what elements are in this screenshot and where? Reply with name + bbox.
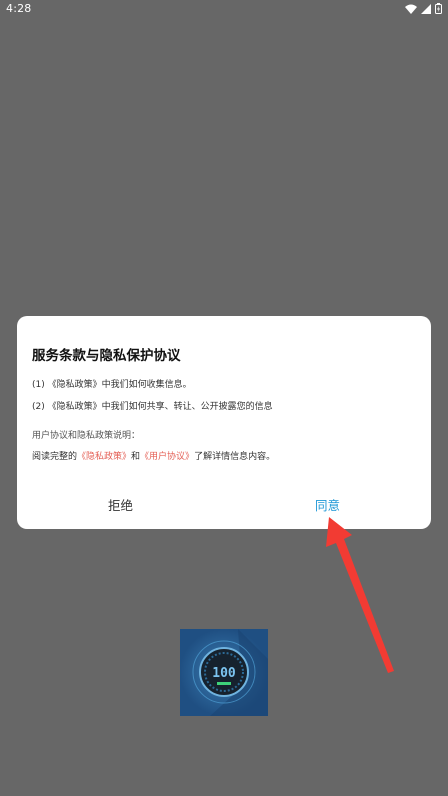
wifi-icon [405,4,417,14]
speedometer-icon: 100 [180,629,268,716]
agree-button[interactable]: 同意 [315,495,340,514]
privacy-policy-link[interactable]: 《隐私政策》 [77,452,131,462]
status-time: 4:28 [6,2,32,15]
reject-button[interactable]: 拒绝 [108,495,133,514]
cellular-signal-icon [421,3,431,14]
dialog-line-read-full: 阅读完整的《隐私政策》和《用户协议》了解详情信息内容。 [32,449,275,462]
read-full-suffix: 了解详情信息内容。 [194,452,276,462]
speed-readout: 100 [212,666,236,681]
red-arrow-annotation [326,517,394,673]
app-icon: 100 [180,629,268,716]
user-agreement-link[interactable]: 《用户协议》 [140,452,194,462]
dialog-line-agreement-note: 用户协议和隐私政策说明： [32,431,141,441]
dialog-line-collect-info: (1) 《隐私政策》中我们如何收集信息。 [32,380,192,390]
dialog-line-share-info: (2) 《隐私政策》中我们如何共享、转让、公开披露您的信息 [32,402,273,412]
battery-icon [435,3,442,14]
read-full-prefix: 阅读完整的 [32,452,78,462]
status-icons [405,3,442,14]
status-bar: 4:28 [0,0,448,18]
dialog-title: 服务条款与隐私保护协议 [32,348,181,364]
privacy-agreement-dialog: 服务条款与隐私保护协议 (1) 《隐私政策》中我们如何收集信息。 (2) 《隐私… [17,316,431,529]
and-text: 和 [131,452,141,462]
